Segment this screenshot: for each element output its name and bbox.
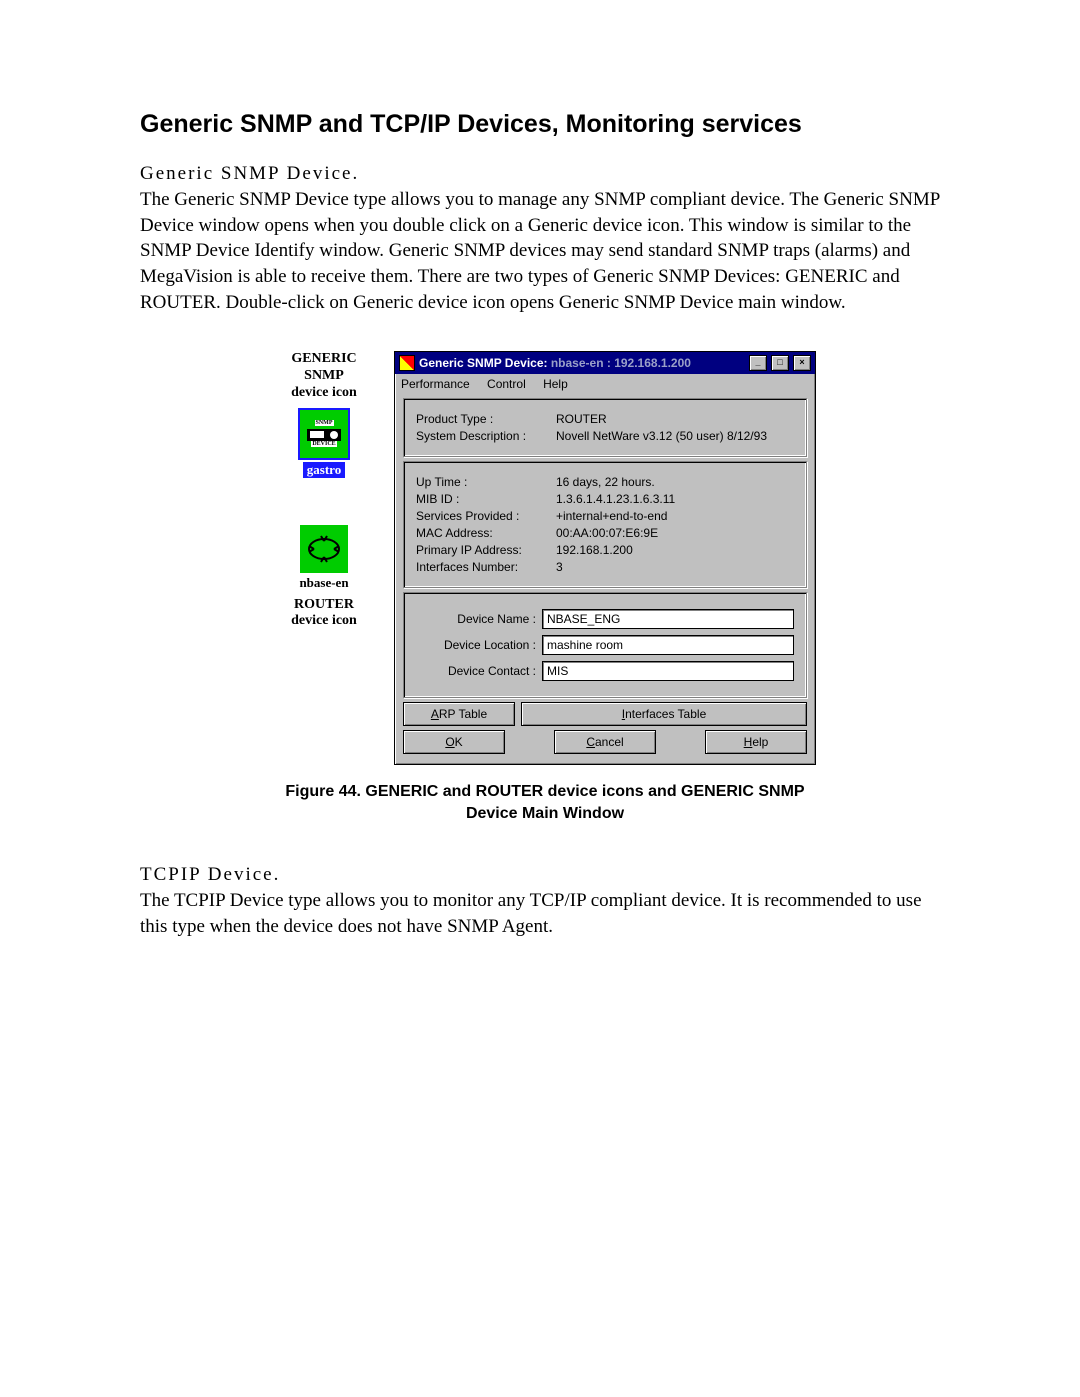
router-icon-label: ROUTER device icon [274, 597, 374, 631]
arp-table-button[interactable]: AARP TableRP Table [403, 702, 515, 726]
ok-button[interactable]: OK [403, 730, 505, 754]
generic-snmp-icon-caption: gastro [303, 462, 345, 478]
mib-id-value: 1.3.6.1.4.1.23.1.6.3.11 [556, 492, 794, 506]
panel-product: Product Type :ROUTER System Description … [403, 398, 807, 457]
interfaces-table-button[interactable]: Interfaces Table [521, 702, 807, 726]
close-button[interactable]: × [793, 355, 811, 371]
interfaces-number-value: 3 [556, 560, 794, 574]
generic-snmp-device-icon[interactable] [298, 408, 350, 460]
panel-editable: Device Name : Device Location : Device C… [403, 592, 807, 698]
uptime-value: 16 days, 22 hours. [556, 475, 794, 489]
interfaces-number-label: Interfaces Number: [416, 560, 556, 574]
device-name-input[interactable] [542, 609, 794, 629]
paragraph-generic: The Generic SNMP Device type allows you … [140, 187, 950, 315]
router-icon-caption: nbase-en [274, 575, 374, 591]
product-type-label: Product Type : [416, 412, 556, 426]
panel-details: Up Time :16 days, 22 hours. MIB ID :1.3.… [403, 461, 807, 588]
app-icon [399, 355, 415, 371]
paragraph-tcpip: The TCPIP Device type allows you to moni… [140, 888, 950, 939]
section-head-generic: Generic SNMP Device. [140, 163, 950, 185]
services-value: +internal+end-to-end [556, 509, 794, 523]
section-head-tcpip: TCPIP Device. [140, 864, 950, 886]
device-contact-input[interactable] [542, 661, 794, 681]
primary-ip-label: Primary IP Address: [416, 543, 556, 557]
help-button[interactable]: Help [705, 730, 807, 754]
primary-ip-value: 192.168.1.200 [556, 543, 794, 557]
device-location-input[interactable] [542, 635, 794, 655]
generic-snmp-icon-label: GENERIC SNMP device icon [274, 351, 374, 401]
device-name-label: Device Name : [416, 612, 542, 626]
menu-performance[interactable]: Performance [401, 377, 470, 391]
figure-caption: Figure 44. GENERIC and ROUTER device ico… [265, 781, 825, 824]
page-title: Generic SNMP and TCP/IP Devices, Monitor… [140, 110, 950, 139]
window-title: Generic SNMP Device: nbase-en : 192.168.… [419, 356, 745, 370]
mac-label: MAC Address: [416, 526, 556, 540]
device-contact-label: Device Contact : [416, 664, 542, 678]
mib-id-label: MIB ID : [416, 492, 556, 506]
mac-value: 00:AA:00:07:E6:9E [556, 526, 794, 540]
maximize-button[interactable]: □ [771, 355, 789, 371]
menu-help[interactable]: Help [543, 377, 568, 391]
product-type-value: ROUTER [556, 412, 794, 426]
minimize-button[interactable]: _ [749, 355, 767, 371]
snmp-device-dialog: Generic SNMP Device: nbase-en : 192.168.… [394, 351, 816, 765]
device-location-label: Device Location : [416, 638, 542, 652]
titlebar[interactable]: Generic SNMP Device: nbase-en : 192.168.… [395, 352, 815, 374]
system-description-value: Novell NetWare v3.12 (50 user) 8/12/93 [556, 429, 794, 443]
uptime-label: Up Time : [416, 475, 556, 489]
services-label: Services Provided : [416, 509, 556, 523]
system-description-label: System Description : [416, 429, 556, 443]
cancel-button[interactable]: Cancel [554, 730, 656, 754]
menubar: Performance Control Help [395, 374, 815, 394]
router-device-icon[interactable] [300, 525, 348, 573]
menu-control[interactable]: Control [487, 377, 526, 391]
